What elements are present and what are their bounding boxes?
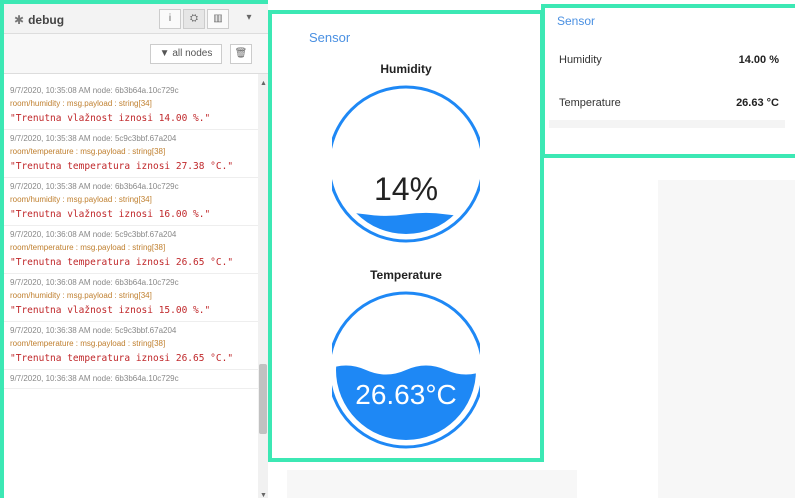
message-payload: "Trenutna vlažnost iznosi 15.00 %."	[10, 305, 211, 316]
scroll-up-arrow-icon[interactable]: ▲	[260, 80, 267, 87]
temperature-gauge: 26.63°C	[332, 291, 480, 449]
message-topic: room/humidity : msg.payload : string[34]	[10, 99, 152, 108]
temperature-gauge-value: 26.63°C	[355, 379, 457, 410]
message-meta: 9/7/2020, 10:36:38 AM node: 5c9c3bbf.67a…	[10, 326, 177, 335]
info-tab-button[interactable]: i	[159, 9, 181, 29]
message-topic: room/temperature : msg.payload : string[…	[10, 243, 166, 252]
filter-all-nodes-button[interactable]: ▼ all nodes	[150, 44, 222, 64]
message-meta: 9/7/2020, 10:36:08 AM node: 6b3b64a.10c7…	[10, 278, 179, 287]
debug-message[interactable]: 9/7/2020, 10:35:38 AM node: 6b3b64a.10c7…	[4, 178, 258, 226]
humidity-value: 14.00 %	[738, 54, 779, 66]
debug-message[interactable]: 9/7/2020, 10:36:38 AM node: 5c9c3bbf.67a…	[4, 322, 258, 370]
debug-panel: ✱ debug i ⛭ ▥ ▾ ▼ all nodes 🗑 9/7/2020, 1…	[0, 0, 268, 498]
message-topic: room/humidity : msg.payload : string[34]	[10, 195, 152, 204]
message-payload: "Trenutna temperatura iznosi 26.65 °C."	[10, 353, 234, 364]
humidity-gauge-title: Humidity	[380, 62, 432, 76]
dashboard-tab-button[interactable]: ▥	[207, 9, 229, 29]
message-meta: 9/7/2020, 10:35:38 AM node: 6b3b64a.10c7…	[10, 182, 179, 191]
debug-scrollbar[interactable]: ▲ ▼	[258, 74, 268, 498]
debug-tab-label: debug	[28, 13, 65, 27]
humidity-gauge: 14%	[332, 85, 480, 243]
sidebar-menu-dropdown[interactable]: ▾	[238, 9, 260, 29]
empty-dashboard-area-bottom	[287, 470, 577, 498]
clear-messages-button[interactable]: 🗑	[230, 44, 252, 64]
message-meta: 9/7/2020, 10:36:38 AM node: 6b3b64a.10c7…	[10, 374, 179, 383]
text-card-footer	[549, 120, 785, 128]
scrollbar-thumb[interactable]	[259, 364, 267, 434]
debug-message[interactable]: 9/7/2020, 10:36:38 AM node: 6b3b64a.10c7…	[4, 370, 258, 389]
scroll-down-arrow-icon[interactable]: ▼	[260, 492, 267, 498]
message-payload: "Trenutna vlažnost iznosi 16.00 %."	[10, 209, 211, 220]
message-meta: 9/7/2020, 10:35:38 AM node: 5c9c3bbf.67a…	[10, 134, 177, 143]
message-payload: "Trenutna temperatura iznosi 26.65 °C."	[10, 257, 234, 268]
debug-message-list[interactable]: 9/7/2020, 10:35:08 AM node: 6b3b64a.10c7…	[4, 74, 258, 498]
sensor-text-card: Sensor Humidity 14.00 % Temperature 26.6…	[541, 4, 795, 158]
trash-icon: 🗑	[234, 48, 248, 59]
debug-message[interactable]: 9/7/2020, 10:35:38 AM node: 5c9c3bbf.67a…	[4, 130, 258, 178]
message-payload: "Trenutna temperatura iznosi 27.38 °C."	[10, 161, 234, 172]
temperature-label: Temperature	[559, 97, 621, 109]
chart-icon: ▥	[213, 13, 223, 24]
bug-tab-icon: ⛭	[190, 13, 198, 24]
message-topic: room/humidity : msg.payload : string[34]	[10, 291, 152, 300]
debug-message[interactable]: 9/7/2020, 10:36:08 AM node: 6b3b64a.10c7…	[4, 274, 258, 322]
debug-tab-button[interactable]: ⛭	[183, 9, 205, 29]
humidity-liquid	[336, 212, 476, 234]
sensor-gauge-card: Sensor Humidity 14% Temperature 26.63°C	[268, 10, 544, 462]
temperature-value: 26.63 °C	[736, 97, 779, 109]
message-meta: 9/7/2020, 10:36:08 AM node: 5c9c3bbf.67a…	[10, 230, 177, 239]
humidity-gauge-value: 14%	[374, 171, 438, 207]
text-card-title: Sensor	[557, 14, 596, 28]
debug-message[interactable]: 9/7/2020, 10:36:08 AM node: 5c9c3bbf.67a…	[4, 226, 258, 274]
temperature-gauge-title: Temperature	[370, 268, 442, 282]
debug-message[interactable]: 9/7/2020, 10:35:08 AM node: 6b3b64a.10c7…	[4, 82, 258, 130]
bug-icon: ✱	[14, 13, 25, 27]
message-topic: room/temperature : msg.payload : string[…	[10, 339, 166, 348]
debug-header: ✱ debug i ⛭ ▥ ▾	[4, 4, 268, 34]
message-payload: "Trenutna vlažnost iznosi 14.00 %."	[10, 113, 211, 124]
message-topic: room/temperature : msg.payload : string[…	[10, 147, 166, 156]
gauge-card-title: Sensor	[309, 30, 351, 45]
info-icon: i	[168, 13, 172, 24]
chevron-down-icon: ▾	[246, 12, 252, 23]
debug-tab[interactable]: ✱ debug	[14, 13, 64, 27]
debug-toolbar: ▼ all nodes 🗑	[4, 34, 268, 74]
humidity-label: Humidity	[559, 54, 602, 66]
empty-dashboard-area	[658, 180, 795, 498]
message-meta: 9/7/2020, 10:35:08 AM node: 6b3b64a.10c7…	[10, 86, 179, 95]
filter-label: ▼ all nodes	[159, 48, 213, 59]
